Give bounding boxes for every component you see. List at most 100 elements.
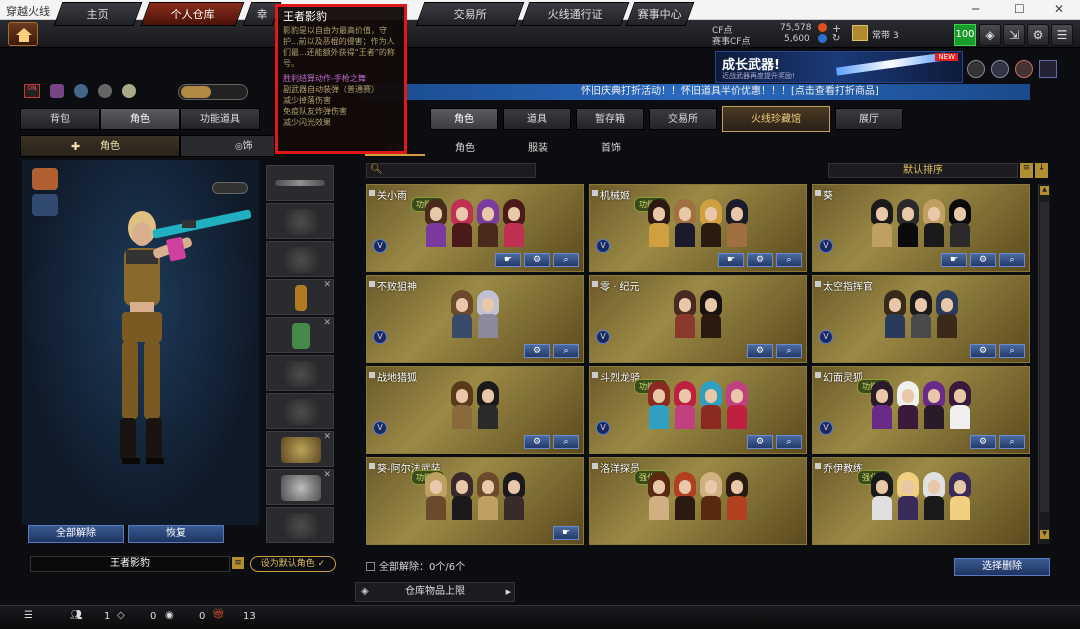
tab-right-collection[interactable]: 火线珍藏馆 <box>722 106 830 132</box>
remove-icon[interactable]: ✕ <box>323 318 331 328</box>
scroll-up-icon[interactable]: ▲ <box>1040 186 1049 195</box>
slot-star[interactable]: ✕ <box>266 317 334 353</box>
shield-small-icon[interactable]: ◇ <box>117 610 125 621</box>
grid-scrollbar[interactable]: ▲ ▼ <box>1038 184 1050 544</box>
character-preview[interactable] <box>22 160 259 525</box>
friends-icon[interactable]: 👥︎ <box>70 610 83 621</box>
slot-drink[interactable]: ✕ <box>266 279 334 315</box>
close-icon[interactable]: ✕ <box>1054 2 1064 16</box>
vip-icon[interactable] <box>1039 60 1057 78</box>
promo-banner[interactable]: 成长武器! 近战武器再度提升奖励! NEW <box>715 51 963 83</box>
slot-emblem[interactable] <box>266 507 334 543</box>
mouse-icon[interactable] <box>122 84 136 98</box>
settings-icon[interactable]: ⚙ <box>970 344 996 358</box>
subtab-jewelry[interactable]: 首饰 <box>581 139 641 154</box>
character-card[interactable]: 葵-阿尔法武装功能型☛ <box>366 457 584 545</box>
pose-icon[interactable]: ☛ <box>718 253 744 267</box>
unequip-all-button[interactable]: 全部解除 <box>28 525 124 543</box>
search-icon[interactable]: ⌕ <box>776 253 802 267</box>
list-icon[interactable]: ≡ <box>232 557 244 569</box>
menu-icon[interactable]: ☰ <box>1051 24 1073 46</box>
settings-icon[interactable]: ⚙ <box>747 344 773 358</box>
scroll-down-icon[interactable]: ▼ <box>1040 530 1049 539</box>
search-icon[interactable]: ⌕ <box>776 435 802 449</box>
character-card[interactable]: 洛洋探员强化型 <box>589 457 807 545</box>
settings-icon[interactable]: ⚙ <box>970 435 996 449</box>
restore-button[interactable]: 恢复 <box>128 525 224 543</box>
search-icon[interactable]: ⌕ <box>553 344 579 358</box>
tab-battle-pass[interactable]: 火线通行证 <box>520 2 630 26</box>
gear-icon[interactable]: ⚙ <box>1027 24 1049 46</box>
storage-limit-button[interactable]: ◈ 仓库物品上限 ▶ <box>355 582 515 602</box>
set-default-button[interactable]: 设为默认角色 ✓ <box>250 556 336 572</box>
remove-icon[interactable]: ✕ <box>323 470 331 480</box>
pose-icon[interactable]: ☛ <box>495 253 521 267</box>
search-icon[interactable]: ⌕ <box>999 344 1025 358</box>
search-icon[interactable]: ⌕ <box>999 253 1025 267</box>
refresh-icon[interactable]: ↻ <box>832 33 840 44</box>
settings-icon[interactable]: ⚙ <box>747 435 773 449</box>
settings-icon[interactable]: ⚙ <box>524 253 550 267</box>
subtab-clothing[interactable]: 服装 <box>508 139 568 154</box>
character-card[interactable]: 葵 V ☛ ⚙ ⌕ <box>812 184 1030 272</box>
chat-icon[interactable]: ◉ <box>165 610 174 621</box>
search-icon[interactable]: ⌕ <box>553 253 579 267</box>
settings-icon[interactable]: ⚙ <box>524 435 550 449</box>
subtab-accessories[interactable]: ◎ 饰 <box>180 135 275 157</box>
tab-right-storage[interactable]: 暂存箱 <box>576 108 644 130</box>
checkbox-icon[interactable] <box>366 562 375 571</box>
settings-icon[interactable]: ⚙ <box>970 253 996 267</box>
character-card[interactable]: 关小雨功能型V☛⚙⌕ <box>366 184 584 272</box>
list-view-icon[interactable]: ≡ <box>1020 163 1033 178</box>
pose-icon[interactable] <box>32 168 58 190</box>
character-card[interactable]: 战地猎狐 V ⚙ ⌕ <box>366 366 584 454</box>
maximize-icon[interactable]: ☐ <box>1014 2 1025 16</box>
remove-icon[interactable]: ✕ <box>323 432 331 442</box>
pose-icon[interactable]: ☛ <box>941 253 967 267</box>
sort-dropdown[interactable]: 默认排序 <box>828 163 1018 178</box>
tab-right-showroom[interactable]: 展厅 <box>835 108 903 130</box>
gift-icon[interactable]: 🎁︎ <box>212 609 225 620</box>
sort-arrow-icon[interactable]: ↓ <box>1035 163 1048 178</box>
search-icon[interactable]: ⌕ <box>553 435 579 449</box>
search-input[interactable]: 🔍︎ <box>366 163 536 178</box>
select-delete-button[interactable]: 选择删除 <box>954 558 1050 576</box>
character-card[interactable]: 不败狙神 V ⚙ ⌕ <box>366 275 584 363</box>
menu-icon[interactable]: ☰ <box>24 610 33 621</box>
character-card[interactable]: 斗烈龙骑功能型V⚙⌕ <box>589 366 807 454</box>
tab-events[interactable]: 赛事中心 <box>625 2 695 26</box>
character-card[interactable]: 零 · 纪元 V ⚙ ⌕ <box>589 275 807 363</box>
tab-exchange[interactable]: 交易所 <box>415 2 525 26</box>
exit-icon[interactable]: ⇲ <box>1003 24 1025 46</box>
bomb-icon[interactable] <box>98 84 112 98</box>
mode-toggle[interactable] <box>178 84 248 100</box>
badge-icon[interactable] <box>1015 60 1033 78</box>
announcement-marquee[interactable]: 怀旧庆典打折活动！！怀旧道具半价优惠！！！[点击查看打折商品] <box>355 84 1030 100</box>
remove-icon[interactable]: ✕ <box>323 280 331 290</box>
subtab-role[interactable]: 角色 <box>435 139 495 154</box>
pose-icon[interactable]: ☛ <box>553 526 579 540</box>
shield-icon[interactable]: ◈ <box>979 24 1001 46</box>
character-card[interactable]: 幻面灵狐功能型V⚙⌕ <box>812 366 1030 454</box>
slot-dragon-gold[interactable]: ✕ <box>266 431 334 467</box>
tab-right-characters[interactable]: 角色 <box>430 108 498 130</box>
character-card[interactable]: 机械姬功能型V☛⚙⌕ <box>589 184 807 272</box>
tab-functional-items[interactable]: 功能道具 <box>180 108 260 130</box>
tab-characters[interactable]: 角色 <box>100 108 180 130</box>
slot-body[interactable] <box>266 355 334 391</box>
search-icon[interactable]: ⌕ <box>999 435 1025 449</box>
subtab-character[interactable]: ✚ 角色 <box>20 135 180 157</box>
emblem-icon[interactable] <box>967 60 985 78</box>
tab-backpack[interactable]: 背包 <box>20 108 100 130</box>
character-icon[interactable] <box>50 84 64 98</box>
scroll-thumb[interactable] <box>1040 202 1049 512</box>
character-card[interactable]: 太空指挥官 V ⚙ ⌕ <box>812 275 1030 363</box>
slot-glasses[interactable] <box>266 241 334 277</box>
settings-icon[interactable]: ⚙ <box>747 253 773 267</box>
tab-home[interactable]: 主页 <box>53 2 143 26</box>
on-toggle-icon[interactable]: ON <box>24 84 40 98</box>
wing-icon[interactable] <box>32 194 58 216</box>
slot-weapon[interactable] <box>266 165 334 201</box>
home-button[interactable] <box>8 22 38 46</box>
tab-right-items[interactable]: 道具 <box>503 108 571 130</box>
